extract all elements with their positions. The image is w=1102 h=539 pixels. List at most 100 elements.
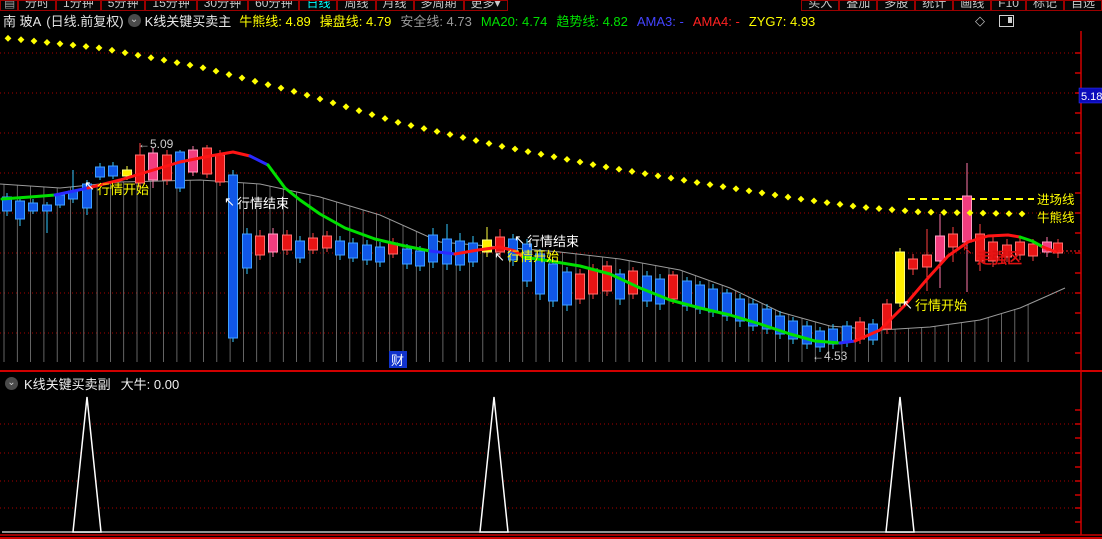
bull-bear-diamond [69, 41, 77, 49]
bull-bear-diamond [329, 99, 337, 107]
bull-bear-diamond [4, 34, 12, 42]
indicator-value-操盘线: 操盘线: 4.79 [319, 14, 392, 29]
candle-body [895, 251, 905, 304]
bull-bear-diamond [914, 208, 922, 216]
bull-bear-diamond [979, 209, 987, 217]
candle-body [28, 202, 38, 212]
indicator-value-AMA3: AMA3: - [636, 14, 684, 29]
annotation-arrow-icon: ↖ [902, 297, 913, 312]
chevron-down-icon[interactable]: ⌄ [127, 14, 141, 27]
candle-body [708, 288, 718, 313]
chart-canvas[interactable]: 5.18财进场线牛熊线←5.09←4.53↖ 行情开始↖ 行情结束↖ 行情结束↖ 行情开… [0, 0, 1102, 539]
bull-bear-diamond [836, 200, 844, 208]
bull-bear-diamond [56, 40, 64, 48]
signal-spike [479, 396, 509, 533]
candle-body [575, 273, 585, 300]
bull-bear-diamond [95, 44, 103, 52]
bull-bear-diamond [849, 202, 857, 210]
title-bar: 南 玻A (日线.前复权) ⌄ K线关键买卖主 牛熊线: 4.89 操盘线: 4.… [0, 10, 1102, 31]
bull-bear-diamond [407, 122, 415, 129]
bull-bear-diamond [537, 150, 545, 158]
candle-body [922, 254, 932, 268]
bull-bear-diamond [316, 95, 324, 103]
bull-bear-diamond [251, 77, 259, 85]
bull-bear-diamond [992, 209, 1000, 217]
bull-bear-diamond [680, 176, 688, 184]
annotation-arrow-icon: ↖ [962, 242, 973, 257]
candle-body [362, 244, 372, 261]
bull-bear-diamond [862, 204, 870, 211]
bull-bear-diamond [459, 134, 467, 141]
annotation-label: 行情结束 [527, 234, 579, 249]
candle-body [402, 248, 412, 265]
sub-indicator-name: K线关键买卖副 [24, 376, 111, 392]
annotation-arrow-icon: ↖ [84, 178, 95, 193]
window-layout-icon[interactable] [999, 14, 1014, 27]
bull-bear-diamond [888, 206, 896, 214]
entry-line-label: 进场线 [1037, 193, 1075, 207]
bull-bear-diamond [199, 64, 207, 72]
main-indicator-name: K线关键买卖主 [144, 14, 232, 29]
high-price-label: ←5.09 [138, 137, 174, 151]
bull-bear-diamond [524, 148, 532, 155]
bull-bear-diamond [264, 81, 272, 89]
candle-body [335, 240, 345, 256]
annotation-label: 行情开始 [915, 298, 967, 313]
bull-bear-diamond [277, 84, 285, 92]
candle-body [802, 325, 812, 345]
bull-bear-diamond [121, 49, 129, 57]
sub-indicator-value: 大牛: 0.00 [120, 376, 180, 392]
candle-body [42, 204, 52, 212]
candle-body [935, 235, 945, 262]
candle-body [255, 235, 265, 256]
bull-bear-diamond [290, 88, 298, 95]
bull-bear-diamond [212, 67, 220, 75]
annotation-arrow-icon: ↖ [224, 194, 235, 209]
bull-bear-diamond [576, 158, 584, 166]
candle-body [55, 194, 65, 206]
bull-bear-diamond [433, 128, 441, 135]
bull-bear-diamond [485, 140, 493, 147]
chevron-down-icon[interactable]: ⌄ [5, 376, 18, 390]
candle-body [562, 271, 572, 306]
period-menu: ▤ 分时 1分钟 5分钟 15分钟 30分钟 60分钟 日线 周线 月线 多周期 更多▾ [0, 0, 508, 11]
diamond-icon[interactable]: ◇ [975, 13, 985, 29]
bull-bear-diamond [368, 111, 376, 118]
candle-body [588, 268, 598, 295]
candle-body [375, 246, 385, 263]
candle-body [122, 169, 132, 177]
bull-bear-diamond [641, 170, 649, 178]
bull-bear-diamond [43, 39, 51, 46]
bull-bear-diamond [394, 119, 402, 126]
candle-body [215, 154, 225, 183]
bull-bear-diamond [355, 107, 363, 115]
bull-bear-diamond [693, 179, 701, 186]
candle-body [602, 265, 612, 292]
bull-bear-diamond [810, 197, 818, 205]
candle-body [242, 233, 252, 269]
bull-bear-diamond [927, 208, 935, 216]
bull-bear-diamond [784, 193, 792, 201]
annotation-label: 行情结束 [237, 196, 289, 211]
bull-bear-diamond [381, 115, 389, 122]
bull-bear-diamond [225, 71, 233, 78]
candle-body [815, 330, 825, 348]
trend-line [0, 193, 57, 201]
candle-body [415, 250, 425, 267]
indicator-value-ZYG7: ZYG7: 4.93 [748, 14, 816, 29]
bull-bear-diamond [758, 189, 766, 197]
bull-bear-diamond [550, 153, 558, 161]
toolbar-menu: 买入 叠加 多股 统计 画线 F10 标记 自选 [801, 0, 1102, 11]
bull-bear-diamond [82, 43, 90, 50]
bull-bear-diamond [498, 143, 506, 150]
candle-body [668, 274, 678, 300]
signal-spike [885, 396, 915, 533]
bull-bear-diamond [420, 125, 428, 132]
bull-bear-diamond [563, 156, 571, 163]
indicator-value-安全线: 安全线: 4.73 [400, 14, 472, 29]
bull-bear-diamond [173, 59, 181, 67]
candle-body [842, 325, 852, 343]
bull-bear-diamond [615, 165, 623, 173]
bull-bear-diamond [472, 137, 480, 144]
candle-body [348, 242, 358, 259]
